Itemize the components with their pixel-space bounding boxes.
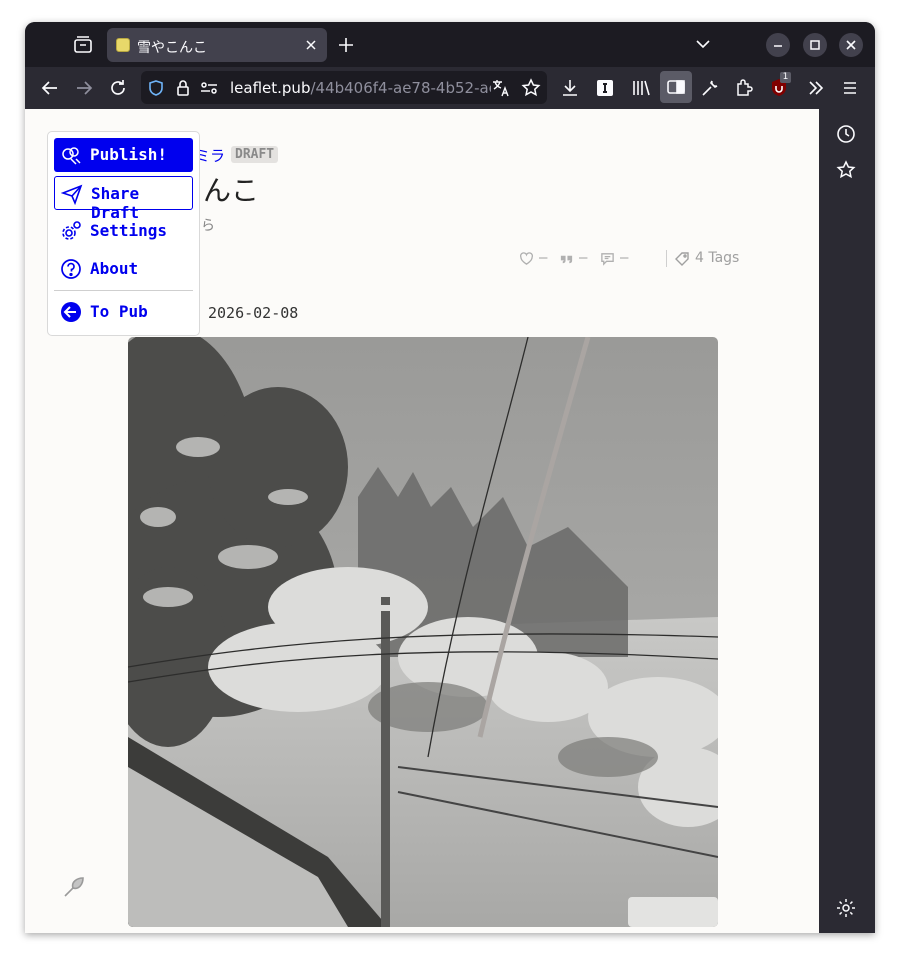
- permissions-icon[interactable]: [199, 79, 219, 97]
- list-all-tabs-icon[interactable]: [71, 33, 95, 57]
- nav-bar: leaflet.pub/44b406f4-ae78-4b52-aeb 1: [25, 67, 875, 109]
- translate-icon[interactable]: [491, 78, 511, 98]
- quote-icon: [560, 255, 573, 264]
- publish-label: Publish!: [90, 145, 168, 164]
- close-window-button[interactable]: [839, 33, 863, 57]
- ublock-icon[interactable]: 1: [767, 72, 791, 100]
- forward-icon[interactable]: [72, 76, 96, 100]
- gear-icon: [62, 221, 81, 240]
- leaflet-logo-icon[interactable]: [61, 874, 87, 900]
- help-circle-icon: [61, 259, 81, 279]
- new-tab-icon[interactable]: [335, 34, 357, 56]
- url-domain: leaflet.pub: [230, 79, 311, 97]
- back-icon[interactable]: [38, 76, 62, 100]
- page-content: ミラ DRAFT んこ ら — — — 4 Tags 2026-02-08 Pu…: [25, 109, 819, 933]
- settings-button[interactable]: Settings: [54, 214, 193, 248]
- publish-button[interactable]: Publish!: [54, 138, 193, 172]
- page-options-menu: Publish! Share Draft Settings About To P…: [47, 131, 200, 336]
- browser-window: 雪やこんこ leaflet.pub/44b406f4-ae78-4b52-aeb…: [25, 22, 875, 933]
- browser-sidebar: [819, 109, 875, 933]
- chevron-down-icon[interactable]: [693, 34, 713, 54]
- to-pub-button[interactable]: To Pub: [54, 295, 193, 329]
- shield-icon[interactable]: [147, 79, 165, 97]
- hamburger-menu-icon[interactable]: [838, 76, 862, 100]
- tab-active[interactable]: 雪やこんこ: [107, 28, 327, 62]
- reload-icon[interactable]: [106, 76, 130, 100]
- tab-close-icon[interactable]: [303, 37, 319, 53]
- snow-photo[interactable]: [128, 337, 718, 927]
- share-draft-button[interactable]: Share Draft: [54, 176, 193, 222]
- library-icon[interactable]: [629, 76, 653, 100]
- maximize-button[interactable]: [803, 33, 827, 57]
- history-icon[interactable]: [835, 123, 857, 145]
- comment-icon: [601, 253, 614, 266]
- sidebar-settings-gear-icon[interactable]: [835, 897, 857, 919]
- overflow-chevrons-icon[interactable]: [804, 76, 828, 100]
- likes-count: —: [539, 250, 548, 266]
- tab-bar: 雪やこんこ: [25, 22, 875, 67]
- url-path: /44b406f4-ae78-4b52-aeb: [310, 79, 508, 97]
- tag-icon: [675, 252, 689, 266]
- menu-divider: [54, 290, 193, 291]
- document-title[interactable]: んこ: [203, 169, 259, 209]
- leaflet-favicon-icon: [116, 38, 130, 52]
- downloads-icon[interactable]: [558, 76, 582, 100]
- extension-badge: 1: [780, 72, 791, 83]
- bookmarks-star-icon[interactable]: [835, 159, 857, 181]
- devtools-wrench-icon[interactable]: [698, 76, 722, 100]
- quotes-count: —: [579, 250, 588, 266]
- publish-date: 2026-02-08: [208, 304, 299, 322]
- document-subtitle[interactable]: ら: [201, 215, 215, 235]
- url-text[interactable]: leaflet.pub/44b406f4-ae78-4b52-aeb: [230, 79, 507, 97]
- publish-icon: [62, 147, 81, 165]
- extensions-icon[interactable]: [732, 76, 756, 100]
- arrow-left-circle-icon: [61, 302, 81, 322]
- url-bar[interactable]: leaflet.pub/44b406f4-ae78-4b52-aeb: [141, 71, 547, 104]
- draft-badge: DRAFT: [231, 146, 279, 163]
- about-label: About: [90, 259, 139, 278]
- tab-title: 雪やこんこ: [137, 40, 207, 56]
- about-button[interactable]: About: [54, 252, 193, 286]
- bookmark-star-icon[interactable]: [521, 78, 541, 98]
- instapaper-icon[interactable]: [593, 76, 617, 100]
- heart-icon: [519, 252, 534, 265]
- comments-count: —: [620, 250, 629, 266]
- tags-count: 4 Tags: [695, 250, 740, 266]
- paper-plane-icon: [61, 184, 83, 205]
- to-pub-label: To Pub: [90, 302, 148, 321]
- settings-label: Settings: [90, 221, 168, 240]
- stats-divider: [666, 250, 667, 267]
- lock-icon[interactable]: [175, 79, 191, 97]
- minimize-button[interactable]: [766, 33, 790, 57]
- sidebar-toggle-icon[interactable]: [660, 71, 692, 103]
